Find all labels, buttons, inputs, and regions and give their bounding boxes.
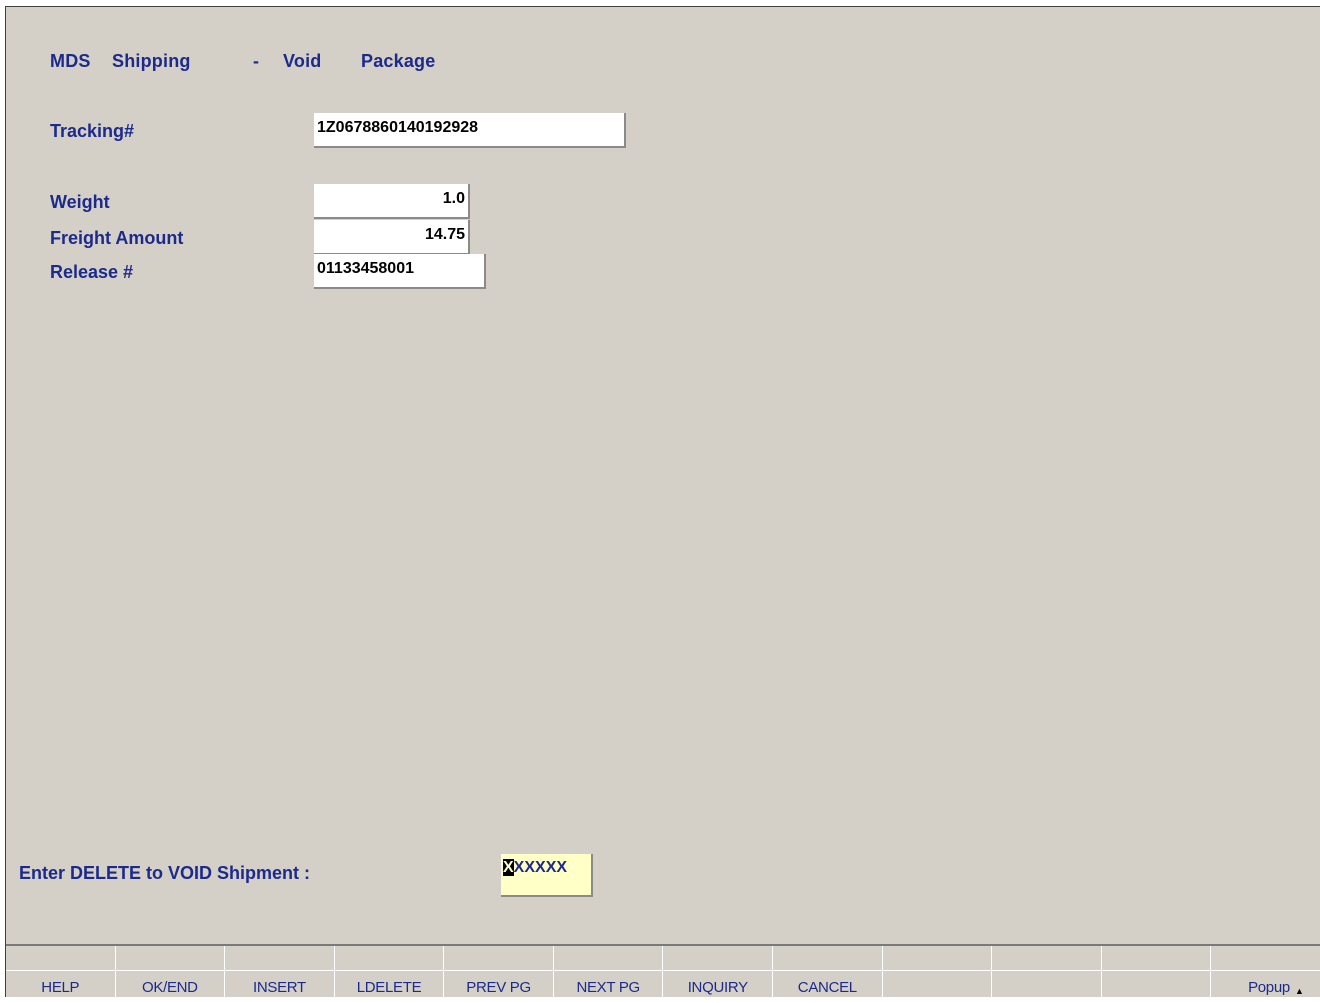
tracking-field[interactable]: 1Z0678860140192928: [314, 113, 626, 148]
popup-button[interactable]: Popup ▲: [1211, 946, 1320, 998]
fkey-blank-10[interactable]: [992, 946, 1102, 998]
text-cursor: X: [503, 859, 514, 876]
popup-arrow-icon: ▲: [1295, 986, 1304, 996]
fkey-label: HELP: [41, 979, 80, 996]
fkey-label: NEXT PG: [576, 979, 640, 996]
cancel-button[interactable]: CANCEL: [773, 946, 883, 998]
prev-page-button[interactable]: PREV PG: [444, 946, 554, 998]
ldelete-button[interactable]: LDELETE: [334, 946, 445, 998]
fkey-label: INQUIRY: [687, 979, 748, 996]
title-object: Package: [361, 51, 436, 71]
release-label: Release #: [50, 262, 134, 282]
tracking-label: Tracking#: [50, 121, 135, 141]
title-action: Void: [283, 51, 322, 71]
void-confirm-input[interactable]: XXXXXX: [501, 854, 593, 897]
insert-button[interactable]: INSERT: [225, 946, 335, 998]
weight-field[interactable]: 1.0: [314, 184, 470, 219]
fkey-label: CANCEL: [797, 979, 857, 996]
fkey-label: PREV PG: [466, 979, 531, 996]
void-prompt-label: Enter DELETE to VOID Shipment :: [19, 863, 311, 883]
fkey-blank-9[interactable]: [882, 946, 993, 998]
weight-label: Weight: [50, 192, 110, 212]
fkey-label: INSERT: [252, 979, 306, 996]
inquiry-button[interactable]: INQUIRY: [663, 946, 774, 998]
function-key-bar: HELP OK/END INSERT LDELETE PREV PG NEXT …: [6, 944, 1320, 998]
title-module: Shipping: [112, 51, 191, 71]
release-field[interactable]: 01133458001: [314, 254, 486, 289]
void-confirm-value: XXXXX: [513, 859, 568, 876]
freight-amount-field[interactable]: 14.75: [314, 220, 470, 255]
fkey-blank-11[interactable]: [1101, 946, 1212, 998]
terminal-screen: MDS Shipping - Void Package Tracking# 1Z…: [5, 6, 1320, 998]
freight-amount-label: Freight Amount: [50, 228, 184, 248]
ok-end-button[interactable]: OK/END: [115, 946, 226, 998]
fkey-label: OK/END: [142, 979, 198, 996]
help-button[interactable]: HELP: [6, 946, 116, 998]
title-separator: -: [253, 51, 260, 71]
fkey-label: LDELETE: [356, 979, 422, 996]
title-app: MDS: [50, 51, 91, 71]
next-page-button[interactable]: NEXT PG: [553, 946, 664, 998]
